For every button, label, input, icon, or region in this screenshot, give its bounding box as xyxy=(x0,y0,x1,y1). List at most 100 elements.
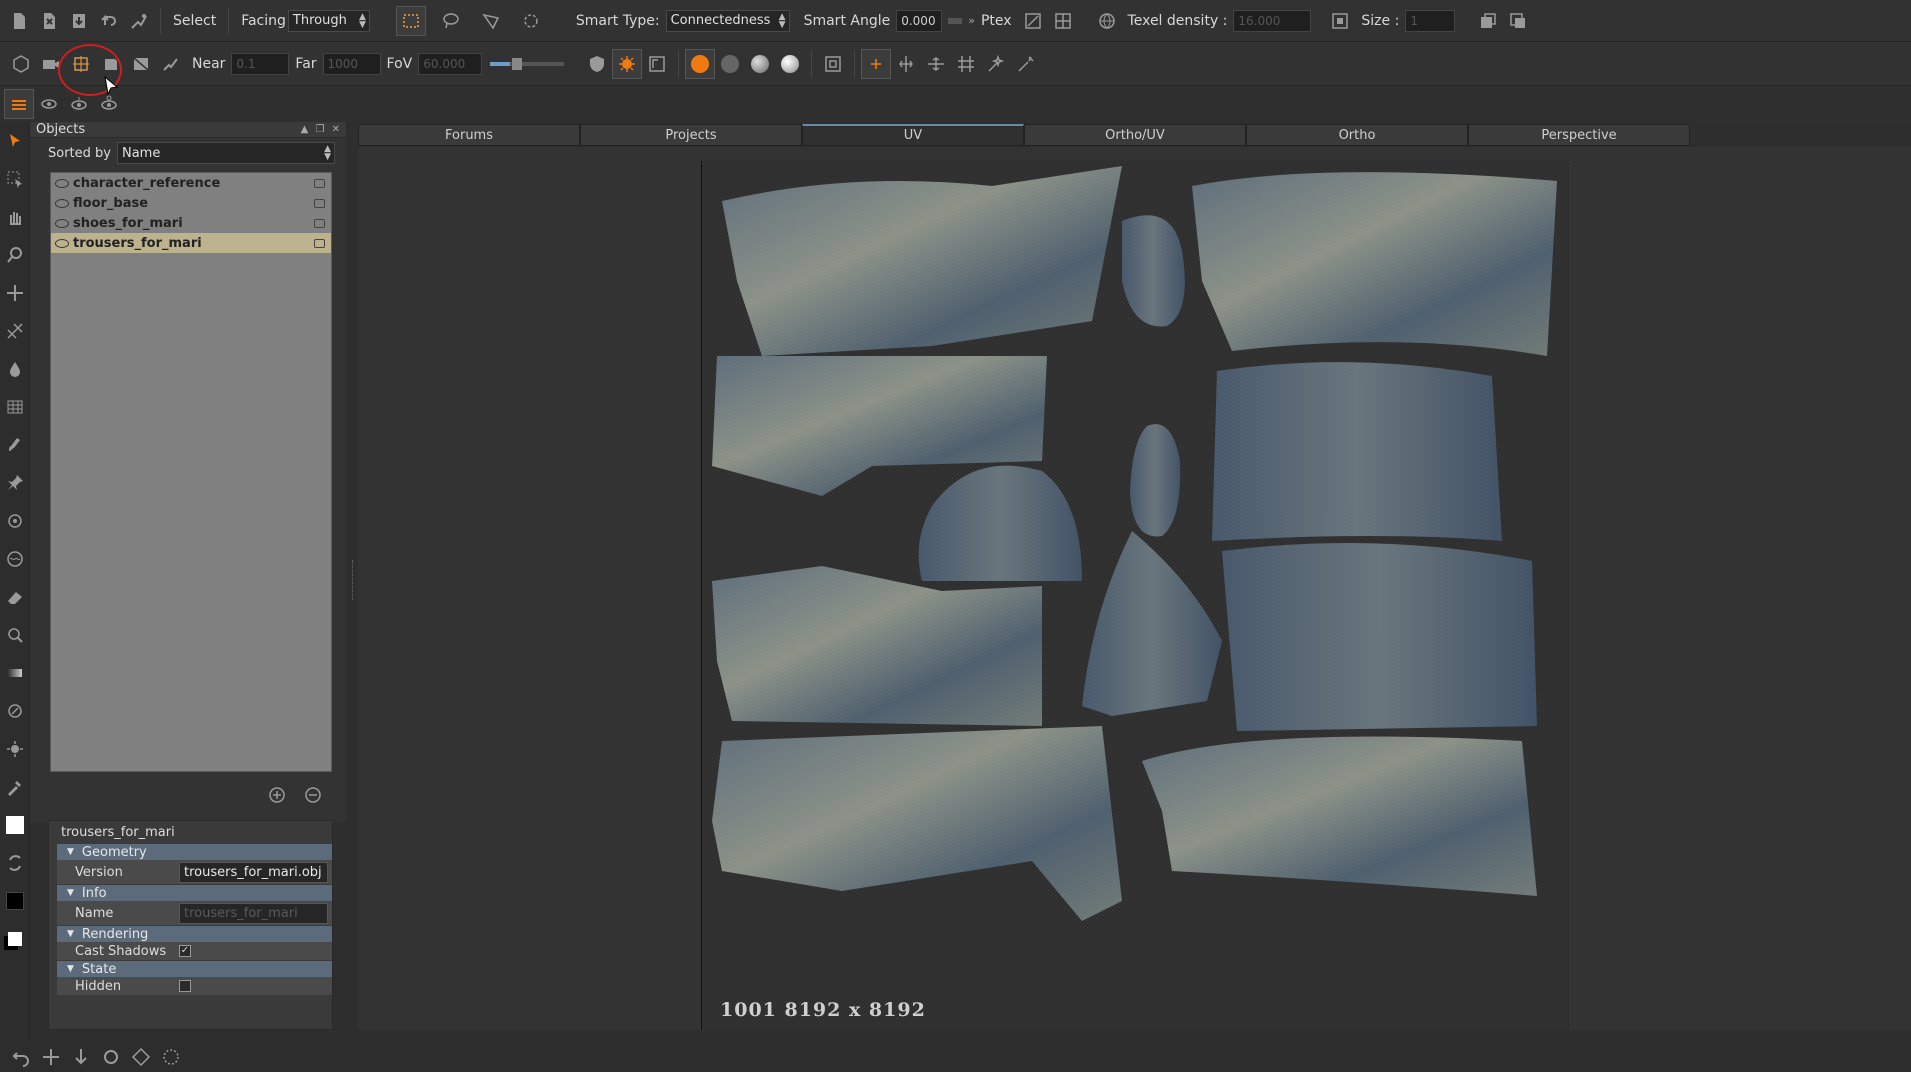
rendering-section-header[interactable]: ▼ Rendering xyxy=(57,926,332,942)
align-horizontal-icon[interactable] xyxy=(921,49,951,79)
shaded-smooth-icon[interactable] xyxy=(745,49,775,79)
tab-ortho[interactable]: Ortho xyxy=(1246,124,1468,146)
layer-front-icon[interactable] xyxy=(1503,6,1533,36)
default-colors-icon[interactable] xyxy=(0,920,30,958)
white-color-swatch[interactable] xyxy=(0,806,30,844)
smart-type-dropdown[interactable]: Connectedness ▲ ▼ xyxy=(665,9,790,32)
sorted-by-dropdown[interactable]: Name ▲ ▼ xyxy=(116,142,335,164)
shaded-orange-icon[interactable] xyxy=(685,48,716,79)
cut-seam-icon[interactable] xyxy=(0,312,30,350)
slider-handle-icon[interactable] xyxy=(942,6,968,36)
brush-icon[interactable] xyxy=(0,426,30,464)
object-row-character-reference[interactable]: character_reference xyxy=(51,173,331,193)
undo-arrow-icon[interactable] xyxy=(94,6,124,36)
shield-display-icon[interactable] xyxy=(582,49,612,79)
panel-splitter-handle[interactable] xyxy=(352,560,356,600)
tab-uv[interactable]: UV xyxy=(802,124,1024,146)
hidden-checkbox[interactable] xyxy=(179,980,191,992)
texture-map-icon[interactable] xyxy=(642,49,672,79)
facing-dropdown[interactable]: Through ▲ ▼ xyxy=(287,9,370,32)
clone-stamp-icon[interactable] xyxy=(0,616,30,654)
eye-show-icon[interactable] xyxy=(34,89,64,119)
smooth-wave-icon[interactable] xyxy=(0,540,30,578)
object-row-floor-base[interactable]: floor_base xyxy=(51,193,331,213)
panel-window-buttons-icon[interactable]: ▲ ❐ ✕ xyxy=(301,124,346,135)
new-file-icon[interactable] xyxy=(4,6,34,36)
close-file-icon[interactable] xyxy=(34,6,64,36)
ptex-grid-icon[interactable] xyxy=(1048,6,1078,36)
water-drop-icon[interactable] xyxy=(0,350,30,388)
sculpt-icon[interactable] xyxy=(156,49,186,79)
undo-icon[interactable] xyxy=(6,1042,36,1072)
tab-projects[interactable]: Projects xyxy=(580,124,802,146)
visibility-eye-icon[interactable] xyxy=(55,178,69,188)
align-vertical-icon[interactable] xyxy=(891,49,921,79)
gradient-icon[interactable] xyxy=(0,654,30,692)
fov-slider[interactable] xyxy=(490,57,565,70)
size-input[interactable]: 1 xyxy=(1405,9,1456,32)
lock-icon[interactable] xyxy=(314,238,325,248)
fit-frame-icon[interactable] xyxy=(1325,6,1355,36)
arrow-select-icon[interactable] xyxy=(0,122,30,160)
state-section-header[interactable]: ▼ State xyxy=(57,961,332,977)
polygon-select-icon[interactable] xyxy=(476,6,506,36)
fov-input[interactable]: 60.000 xyxy=(418,52,483,75)
lasso-select-icon[interactable] xyxy=(436,6,466,36)
uv-viewport[interactable]: 1001 8192 x 8192 xyxy=(358,147,1911,1030)
fill-bucket-icon[interactable] xyxy=(0,692,30,730)
move-gizmo-icon[interactable] xyxy=(36,1042,66,1072)
tab-ortho-uv[interactable]: Ortho/UV xyxy=(1024,124,1246,146)
more-chevron-icon[interactable]: » xyxy=(968,14,975,27)
tab-perspective[interactable]: Perspective xyxy=(1468,124,1690,146)
far-input[interactable]: 1000 xyxy=(322,52,381,75)
align-grid-icon[interactable] xyxy=(951,49,981,79)
layers-stack-icon[interactable] xyxy=(4,89,34,119)
smart-angle-input[interactable]: 0.000 xyxy=(896,9,943,32)
tab-forums[interactable]: Forums xyxy=(358,124,580,146)
visibility-eye-icon[interactable] xyxy=(55,238,69,248)
version-dropdown[interactable]: trousers_for_mari.obj xyxy=(179,861,328,883)
info-section-header[interactable]: ▼ Info xyxy=(57,885,332,901)
lock-icon[interactable] xyxy=(314,198,325,208)
region-select-icon[interactable] xyxy=(0,160,30,198)
frame-all-icon[interactable] xyxy=(818,49,848,79)
layer-back-icon[interactable] xyxy=(1473,6,1503,36)
texel-density-input[interactable]: 16.000 xyxy=(1233,9,1312,32)
eraser-icon[interactable] xyxy=(0,578,30,616)
drop-down-arrow-icon[interactable] xyxy=(66,1042,96,1072)
move-arrows-icon[interactable] xyxy=(0,274,30,312)
lighting-icon[interactable] xyxy=(612,48,643,79)
wand-unfold-icon[interactable] xyxy=(1011,49,1041,79)
paint-select-icon[interactable] xyxy=(516,6,546,36)
rectangle-select-icon[interactable] xyxy=(395,5,426,36)
add-point-icon[interactable] xyxy=(861,48,892,79)
pivot-circle-icon[interactable] xyxy=(0,502,30,540)
transform-tool-icon[interactable] xyxy=(124,6,154,36)
cast-shadows-checkbox[interactable]: ✓ xyxy=(179,945,191,957)
ptex-resize-icon[interactable] xyxy=(1018,6,1048,36)
cube-view-icon[interactable] xyxy=(6,49,36,79)
wand-relax-icon[interactable] xyxy=(981,49,1011,79)
hand-pan-icon[interactable] xyxy=(0,198,30,236)
name-field[interactable]: trousers_for_mari xyxy=(179,902,328,924)
pin-icon[interactable] xyxy=(0,464,30,502)
object-row-trousers-for-mari[interactable]: trousers_for_mari xyxy=(51,233,331,253)
remove-object-icon[interactable] xyxy=(298,780,328,810)
grid-mesh-icon[interactable] xyxy=(0,388,30,426)
swap-colors-icon[interactable] xyxy=(0,844,30,882)
sun-light-icon[interactable] xyxy=(0,730,30,768)
save-icon[interactable] xyxy=(64,6,94,36)
geometry-section-header[interactable]: ▼ Geometry xyxy=(57,844,332,860)
globe-icon[interactable] xyxy=(1092,6,1122,36)
shaded-full-icon[interactable] xyxy=(775,49,805,79)
add-object-icon[interactable] xyxy=(262,780,292,810)
lock-icon[interactable] xyxy=(314,218,325,228)
rotate-gizmo-icon[interactable] xyxy=(96,1042,126,1072)
object-row-shoes-for-mari[interactable]: shoes_for_mari xyxy=(51,213,331,233)
black-color-swatch[interactable] xyxy=(0,882,30,920)
zoom-magnifier-icon[interactable] xyxy=(0,236,30,274)
eyedropper-icon[interactable] xyxy=(0,768,30,806)
visibility-eye-icon[interactable] xyxy=(55,218,69,228)
visibility-eye-icon[interactable] xyxy=(55,198,69,208)
film-icon[interactable] xyxy=(126,49,156,79)
